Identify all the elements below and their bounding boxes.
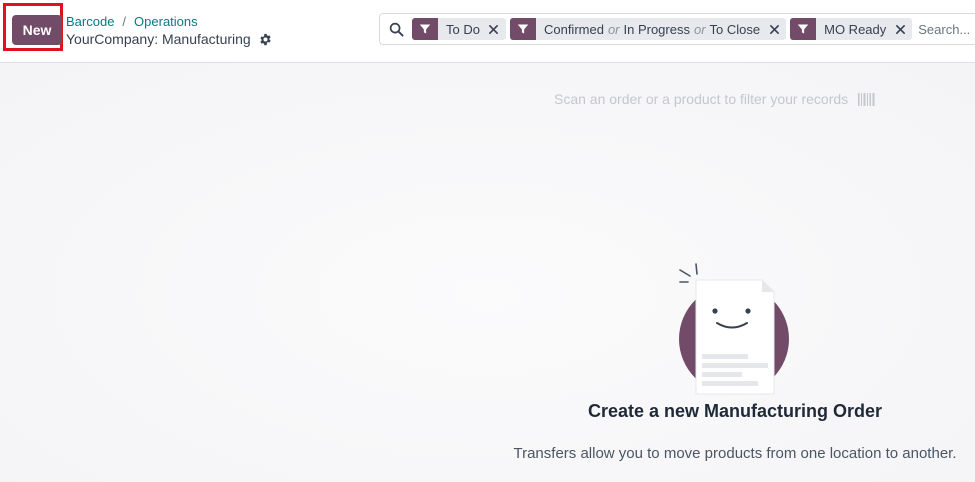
new-button[interactable]: New bbox=[12, 15, 62, 45]
search-facet-values: Confirmed or In Progress or To Close bbox=[536, 22, 766, 37]
search-facet-value: To Do bbox=[446, 21, 480, 37]
control-panel: New Barcode / Operations YourCompany: Ma… bbox=[0, 0, 975, 63]
breadcrumb-item-barcode[interactable]: Barcode bbox=[66, 14, 114, 29]
breadcrumb-separator: / bbox=[122, 14, 127, 29]
page-title-row: YourCompany: Manufacturing bbox=[66, 31, 273, 47]
page: New Barcode / Operations YourCompany: Ma… bbox=[0, 0, 975, 482]
close-icon[interactable] bbox=[892, 18, 908, 40]
main-content: Scan an order or a product to filter you… bbox=[0, 63, 975, 482]
gear-icon[interactable] bbox=[259, 32, 273, 46]
search-facet-separator: or bbox=[607, 21, 620, 37]
empty-state-description: Transfers allow you to move products fro… bbox=[513, 445, 957, 462]
search-facet-to-do: To Do bbox=[412, 18, 506, 40]
search-facet-separator: or bbox=[693, 21, 706, 37]
search-facet-value: Confirmed bbox=[543, 21, 604, 37]
search-facet-value: MO Ready bbox=[824, 21, 887, 37]
close-icon[interactable] bbox=[766, 18, 782, 40]
empty-state-illustration bbox=[672, 260, 796, 398]
barcode-hint: Scan an order or a product to filter you… bbox=[554, 91, 876, 107]
close-icon[interactable] bbox=[486, 18, 502, 40]
breadcrumb: Barcode / Operations bbox=[66, 14, 198, 29]
search-icon[interactable] bbox=[380, 14, 412, 44]
barcode-icon bbox=[858, 92, 876, 106]
barcode-hint-text: Scan an order or a product to filter you… bbox=[554, 91, 849, 107]
filter-icon bbox=[412, 18, 438, 40]
search-facet-value: To Close bbox=[709, 21, 761, 37]
search-facet-mo-ready: MO Ready bbox=[790, 18, 913, 40]
breadcrumb-item-operations[interactable]: Operations bbox=[134, 14, 198, 29]
search-facet-state: Confirmed or In Progress or To Close bbox=[509, 18, 787, 40]
search-facet-value: In Progress bbox=[623, 21, 690, 37]
search-bar: To Do Confirmed or In Progress or To Close bbox=[379, 13, 975, 45]
search-input[interactable] bbox=[916, 21, 975, 37]
empty-state-title: Create a new Manufacturing Order bbox=[587, 401, 883, 421]
filter-icon bbox=[509, 18, 536, 40]
filter-icon bbox=[790, 18, 817, 40]
page-title: YourCompany: Manufacturing bbox=[66, 31, 251, 47]
